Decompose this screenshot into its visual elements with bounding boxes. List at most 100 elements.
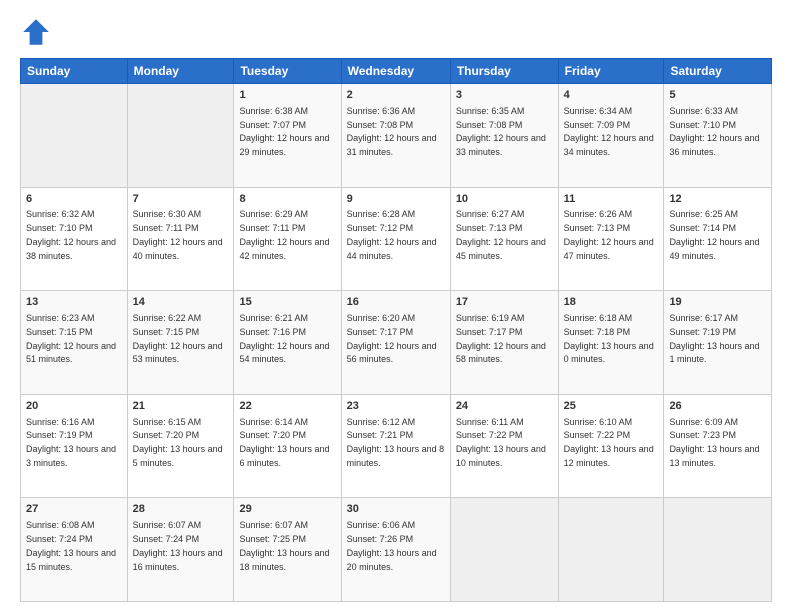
- weekday-header-saturday: Saturday: [664, 59, 772, 84]
- calendar-cell: 4 Sunrise: 6:34 AM Sunset: 7:09 PM Daylig…: [558, 84, 664, 188]
- calendar-cell: 15 Sunrise: 6:21 AM Sunset: 7:16 PM Dayli…: [234, 291, 341, 395]
- day-number: 4: [564, 88, 659, 103]
- day-number: 5: [669, 88, 766, 103]
- day-number: 18: [564, 295, 659, 310]
- day-number: 3: [456, 88, 553, 103]
- week-row-0: 1Sunrise: 6:38 AM Sunset: 7:07 PM Daylig…: [21, 84, 772, 188]
- calendar-cell: [664, 498, 772, 602]
- day-info: Sunrise: 6:08 AM Sunset: 7:24 PM Dayligh…: [26, 520, 116, 571]
- week-row-1: 6 Sunrise: 6:32 AM Sunset: 7:10 PM Daylig…: [21, 187, 772, 291]
- calendar-cell: 3 Sunrise: 6:35 AM Sunset: 7:08 PM Daylig…: [450, 84, 558, 188]
- week-row-2: 13 Sunrise: 6:23 AM Sunset: 7:15 PM Dayli…: [21, 291, 772, 395]
- day-number: 16: [347, 295, 445, 310]
- day-info: Sunrise: 6:14 AM Sunset: 7:20 PM Dayligh…: [239, 417, 329, 468]
- calendar-cell: 5Sunrise: 6:33 AM Sunset: 7:10 PM Daylig…: [664, 84, 772, 188]
- day-info: Sunrise: 6:29 AM Sunset: 7:11 PM Dayligh…: [239, 209, 329, 260]
- day-number: 27: [26, 502, 122, 517]
- calendar-cell: 23Sunrise: 6:12 AM Sunset: 7:21 PM Dayli…: [341, 394, 450, 498]
- day-number: 29: [239, 502, 335, 517]
- calendar-cell: 7 Sunrise: 6:30 AM Sunset: 7:11 PM Daylig…: [127, 187, 234, 291]
- calendar-cell: 1Sunrise: 6:38 AM Sunset: 7:07 PM Daylig…: [234, 84, 341, 188]
- calendar-cell: [450, 498, 558, 602]
- day-info: Sunrise: 6:36 AM Sunset: 7:08 PM Dayligh…: [347, 106, 437, 157]
- day-number: 2: [347, 88, 445, 103]
- day-number: 22: [239, 399, 335, 414]
- week-row-4: 27 Sunrise: 6:08 AM Sunset: 7:24 PM Dayli…: [21, 498, 772, 602]
- day-number: 13: [26, 295, 122, 310]
- day-info: Sunrise: 6:18 AM Sunset: 7:18 PM Dayligh…: [564, 313, 654, 364]
- weekday-header-friday: Friday: [558, 59, 664, 84]
- day-number: 30: [347, 502, 445, 517]
- calendar-cell: 11Sunrise: 6:26 AM Sunset: 7:13 PM Dayli…: [558, 187, 664, 291]
- day-number: 15: [239, 295, 335, 310]
- calendar-cell: 9 Sunrise: 6:28 AM Sunset: 7:12 PM Daylig…: [341, 187, 450, 291]
- calendar-cell: [21, 84, 128, 188]
- day-number: 23: [347, 399, 445, 414]
- header: [20, 16, 772, 48]
- day-number: 24: [456, 399, 553, 414]
- calendar-cell: 26 Sunrise: 6:09 AM Sunset: 7:23 PM Dayli…: [664, 394, 772, 498]
- day-info: Sunrise: 6:22 AM Sunset: 7:15 PM Dayligh…: [133, 313, 223, 364]
- weekday-header-tuesday: Tuesday: [234, 59, 341, 84]
- day-info: Sunrise: 6:09 AM Sunset: 7:23 PM Dayligh…: [669, 417, 759, 468]
- day-info: Sunrise: 6:15 AM Sunset: 7:20 PM Dayligh…: [133, 417, 223, 468]
- calendar-cell: 20Sunrise: 6:16 AM Sunset: 7:19 PM Dayli…: [21, 394, 128, 498]
- day-info: Sunrise: 6:17 AM Sunset: 7:19 PM Dayligh…: [669, 313, 759, 364]
- day-info: Sunrise: 6:16 AM Sunset: 7:19 PM Dayligh…: [26, 417, 116, 468]
- day-number: 8: [239, 192, 335, 207]
- day-info: Sunrise: 6:34 AM Sunset: 7:09 PM Dayligh…: [564, 106, 654, 157]
- day-number: 14: [133, 295, 229, 310]
- weekday-header-row: SundayMondayTuesdayWednesdayThursdayFrid…: [21, 59, 772, 84]
- day-number: 11: [564, 192, 659, 207]
- calendar-cell: 22 Sunrise: 6:14 AM Sunset: 7:20 PM Dayli…: [234, 394, 341, 498]
- calendar-cell: 27 Sunrise: 6:08 AM Sunset: 7:24 PM Dayli…: [21, 498, 128, 602]
- logo-icon: [20, 16, 52, 48]
- day-number: 9: [347, 192, 445, 207]
- day-info: Sunrise: 6:19 AM Sunset: 7:17 PM Dayligh…: [456, 313, 546, 364]
- day-number: 17: [456, 295, 553, 310]
- calendar-cell: 25Sunrise: 6:10 AM Sunset: 7:22 PM Dayli…: [558, 394, 664, 498]
- weekday-header-wednesday: Wednesday: [341, 59, 450, 84]
- day-info: Sunrise: 6:21 AM Sunset: 7:16 PM Dayligh…: [239, 313, 329, 364]
- calendar-cell: 16 Sunrise: 6:20 AM Sunset: 7:17 PM Dayli…: [341, 291, 450, 395]
- day-info: Sunrise: 6:07 AM Sunset: 7:24 PM Dayligh…: [133, 520, 223, 571]
- calendar-cell: 30 Sunrise: 6:06 AM Sunset: 7:26 PM Dayli…: [341, 498, 450, 602]
- calendar-cell: 14 Sunrise: 6:22 AM Sunset: 7:15 PM Dayli…: [127, 291, 234, 395]
- day-info: Sunrise: 6:32 AM Sunset: 7:10 PM Dayligh…: [26, 209, 116, 260]
- weekday-header-thursday: Thursday: [450, 59, 558, 84]
- calendar-cell: 13 Sunrise: 6:23 AM Sunset: 7:15 PM Dayli…: [21, 291, 128, 395]
- calendar-cell: 2 Sunrise: 6:36 AM Sunset: 7:08 PM Daylig…: [341, 84, 450, 188]
- day-number: 19: [669, 295, 766, 310]
- week-row-3: 20Sunrise: 6:16 AM Sunset: 7:19 PM Dayli…: [21, 394, 772, 498]
- day-number: 28: [133, 502, 229, 517]
- calendar-cell: 21 Sunrise: 6:15 AM Sunset: 7:20 PM Dayli…: [127, 394, 234, 498]
- calendar-cell: 17 Sunrise: 6:19 AM Sunset: 7:17 PM Dayli…: [450, 291, 558, 395]
- calendar-cell: 18 Sunrise: 6:18 AM Sunset: 7:18 PM Dayli…: [558, 291, 664, 395]
- day-number: 6: [26, 192, 122, 207]
- calendar-cell: 28 Sunrise: 6:07 AM Sunset: 7:24 PM Dayli…: [127, 498, 234, 602]
- weekday-header-sunday: Sunday: [21, 59, 128, 84]
- logo: [20, 16, 56, 48]
- day-info: Sunrise: 6:23 AM Sunset: 7:15 PM Dayligh…: [26, 313, 116, 364]
- page: SundayMondayTuesdayWednesdayThursdayFrid…: [0, 0, 792, 612]
- day-info: Sunrise: 6:30 AM Sunset: 7:11 PM Dayligh…: [133, 209, 223, 260]
- day-info: Sunrise: 6:25 AM Sunset: 7:14 PM Dayligh…: [669, 209, 759, 260]
- calendar-cell: 12Sunrise: 6:25 AM Sunset: 7:14 PM Dayli…: [664, 187, 772, 291]
- calendar-cell: 8 Sunrise: 6:29 AM Sunset: 7:11 PM Daylig…: [234, 187, 341, 291]
- day-info: Sunrise: 6:10 AM Sunset: 7:22 PM Dayligh…: [564, 417, 654, 468]
- day-info: Sunrise: 6:06 AM Sunset: 7:26 PM Dayligh…: [347, 520, 437, 571]
- calendar-cell: 24 Sunrise: 6:11 AM Sunset: 7:22 PM Dayli…: [450, 394, 558, 498]
- calendar-cell: [558, 498, 664, 602]
- calendar-table: SundayMondayTuesdayWednesdayThursdayFrid…: [20, 58, 772, 602]
- day-info: Sunrise: 6:20 AM Sunset: 7:17 PM Dayligh…: [347, 313, 437, 364]
- calendar-cell: 10Sunrise: 6:27 AM Sunset: 7:13 PM Dayli…: [450, 187, 558, 291]
- calendar-cell: 6 Sunrise: 6:32 AM Sunset: 7:10 PM Daylig…: [21, 187, 128, 291]
- day-info: Sunrise: 6:28 AM Sunset: 7:12 PM Dayligh…: [347, 209, 437, 260]
- day-info: Sunrise: 6:35 AM Sunset: 7:08 PM Dayligh…: [456, 106, 546, 157]
- day-number: 26: [669, 399, 766, 414]
- day-info: Sunrise: 6:07 AM Sunset: 7:25 PM Dayligh…: [239, 520, 329, 571]
- day-number: 7: [133, 192, 229, 207]
- weekday-header-monday: Monday: [127, 59, 234, 84]
- day-info: Sunrise: 6:11 AM Sunset: 7:22 PM Dayligh…: [456, 417, 546, 468]
- day-number: 21: [133, 399, 229, 414]
